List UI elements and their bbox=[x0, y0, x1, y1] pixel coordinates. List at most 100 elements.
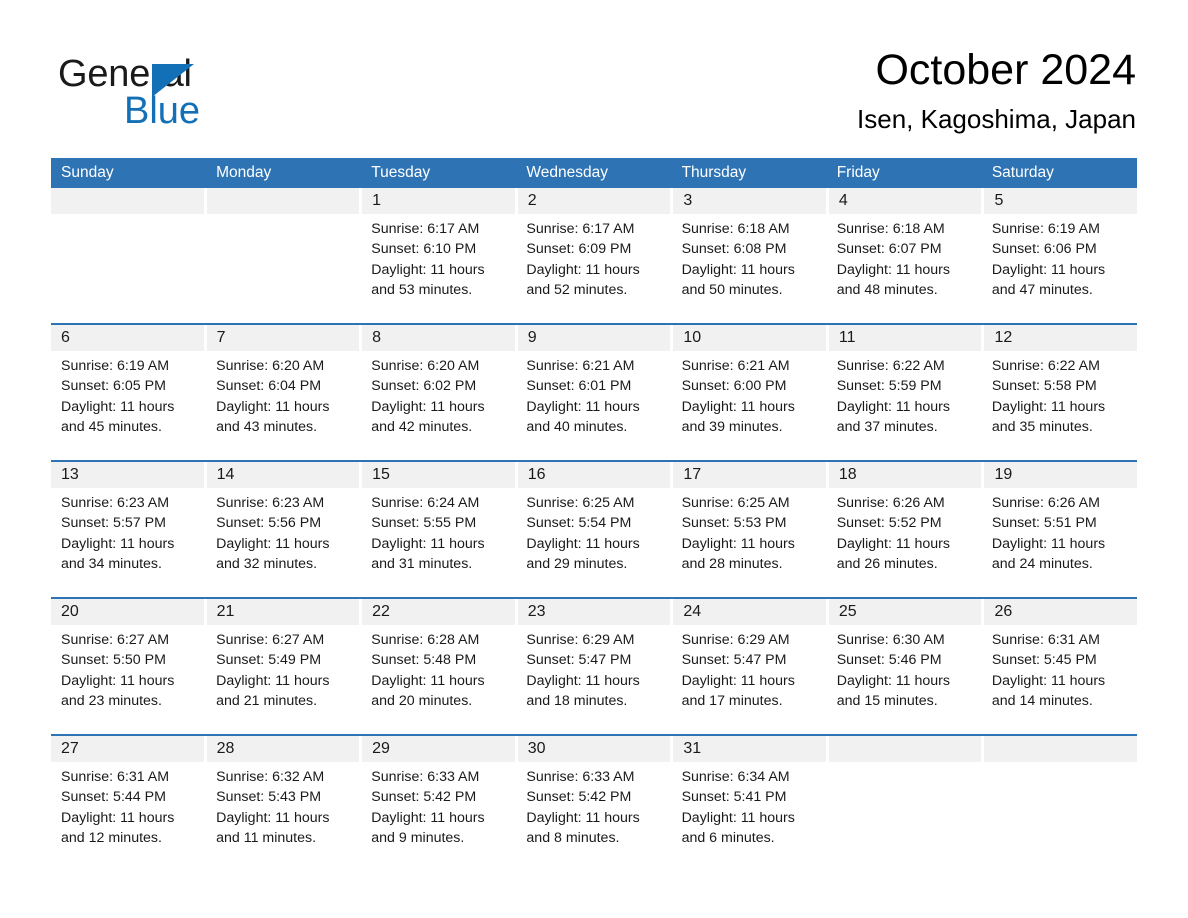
day-cell[interactable]: Sunrise: 6:27 AM Sunset: 5:49 PM Daylight:… bbox=[206, 625, 361, 734]
day-cell[interactable]: Sunrise: 6:19 AM Sunset: 6:06 PM Daylight:… bbox=[982, 214, 1137, 323]
day-cell[interactable]: Sunrise: 6:23 AM Sunset: 5:56 PM Daylight:… bbox=[206, 488, 361, 597]
day-detail-line: Daylight: 11 hours bbox=[526, 398, 640, 415]
day-cell[interactable]: Sunrise: 6:24 AM Sunset: 5:55 PM Daylight:… bbox=[361, 488, 516, 597]
day-detail-line: Sunset: 5:48 PM bbox=[371, 652, 477, 669]
day-cell[interactable]: Sunrise: 6:32 AM Sunset: 5:43 PM Daylight:… bbox=[206, 762, 361, 871]
day-cell[interactable]: Sunrise: 6:31 AM Sunset: 5:45 PM Daylight:… bbox=[982, 625, 1137, 734]
weekday-header-row: Sunday Monday Tuesday Wednesday Thursday Frid… bbox=[51, 158, 1137, 188]
day-detail-line: Daylight: 11 hours bbox=[526, 535, 640, 552]
day-number[interactable]: 15 bbox=[362, 462, 518, 488]
day-detail-line: Sunrise: 6:20 AM bbox=[216, 358, 325, 374]
day-number[interactable]: 1 bbox=[362, 188, 518, 214]
day-cell[interactable]: Sunrise: 6:18 AM Sunset: 6:07 PM Daylight:… bbox=[827, 214, 982, 323]
day-detail-line: Daylight: 11 hours bbox=[681, 535, 795, 552]
day-cell[interactable]: Sunrise: 6:25 AM Sunset: 5:54 PM Daylight:… bbox=[516, 488, 671, 597]
day-cell[interactable]: Sunrise: 6:22 AM Sunset: 5:59 PM Daylight:… bbox=[827, 351, 982, 460]
day-number[interactable]: 8 bbox=[362, 325, 518, 351]
day-detail-line: Sunset: 5:55 PM bbox=[371, 515, 477, 532]
day-cell[interactable]: Sunrise: 6:26 AM Sunset: 5:52 PM Daylight:… bbox=[827, 488, 982, 597]
day-detail-line: Daylight: 11 hours bbox=[526, 672, 640, 689]
day-number[interactable]: 2 bbox=[518, 188, 674, 214]
day-cell[interactable]: Sunrise: 6:20 AM Sunset: 6:04 PM Daylight:… bbox=[206, 351, 361, 460]
day-number-empty bbox=[829, 736, 985, 762]
calendar-week-row: 13 14 15 16 17 18 19 Sunrise: 6:23 AM Sunset: 5:… bbox=[51, 460, 1137, 597]
generalblue-logo[interactable]: General Blue bbox=[58, 52, 318, 132]
day-cell[interactable]: Sunrise: 6:19 AM Sunset: 6:05 PM Daylight:… bbox=[51, 351, 206, 460]
day-number[interactable]: 5 bbox=[984, 188, 1137, 214]
day-detail-line: Sunrise: 6:28 AM bbox=[371, 632, 480, 648]
day-cell[interactable]: Sunrise: 6:21 AM Sunset: 6:00 PM Daylight:… bbox=[672, 351, 827, 460]
day-cell[interactable]: Sunrise: 6:30 AM Sunset: 5:46 PM Daylight:… bbox=[827, 625, 982, 734]
day-detail-line: Sunrise: 6:25 AM bbox=[681, 495, 790, 511]
day-cell[interactable]: Sunrise: 6:21 AM Sunset: 6:01 PM Daylight:… bbox=[516, 351, 671, 460]
day-cell[interactable]: Sunrise: 6:29 AM Sunset: 5:47 PM Daylight:… bbox=[672, 625, 827, 734]
day-detail-line: Sunrise: 6:25 AM bbox=[526, 495, 635, 511]
day-number[interactable]: 6 bbox=[51, 325, 207, 351]
day-detail-line: Daylight: 11 hours bbox=[61, 535, 175, 552]
day-detail-line: Daylight: 11 hours bbox=[836, 672, 951, 689]
day-detail-line: Daylight: 11 hours bbox=[991, 398, 1106, 415]
day-number[interactable]: 19 bbox=[984, 462, 1137, 488]
day-number[interactable]: 13 bbox=[51, 462, 207, 488]
day-cell[interactable]: Sunrise: 6:31 AM Sunset: 5:44 PM Daylight:… bbox=[51, 762, 206, 871]
day-cell[interactable]: Sunrise: 6:17 AM Sunset: 6:09 PM Daylight:… bbox=[516, 214, 671, 323]
day-detail-line: and 35 minutes. bbox=[991, 418, 1093, 435]
day-number[interactable]: 9 bbox=[518, 325, 674, 351]
day-cell[interactable]: Sunrise: 6:27 AM Sunset: 5:50 PM Daylight:… bbox=[51, 625, 206, 734]
day-detail-line: Sunrise: 6:17 AM bbox=[526, 221, 635, 237]
day-number[interactable]: 25 bbox=[829, 599, 985, 625]
calendar-weeks: 1 2 3 4 5 Sunrise: 6:17 AM Sunset: 6:10 PM Dayl… bbox=[51, 188, 1137, 871]
day-cell[interactable]: Sunrise: 6:17 AM Sunset: 6:10 PM Daylight:… bbox=[361, 214, 516, 323]
day-number[interactable]: 4 bbox=[829, 188, 985, 214]
day-cell[interactable]: Sunrise: 6:33 AM Sunset: 5:42 PM Daylight:… bbox=[516, 762, 671, 871]
day-number[interactable]: 3 bbox=[673, 188, 829, 214]
weekday-header-saturday: Saturday bbox=[991, 164, 1054, 181]
day-number[interactable]: 28 bbox=[207, 736, 363, 762]
day-number[interactable]: 20 bbox=[51, 599, 207, 625]
day-detail-line: Daylight: 11 hours bbox=[61, 672, 175, 689]
day-cell[interactable]: Sunrise: 6:20 AM Sunset: 6:02 PM Daylight:… bbox=[361, 351, 516, 460]
day-number[interactable]: 7 bbox=[207, 325, 363, 351]
day-detail-line: and 42 minutes. bbox=[371, 418, 473, 435]
day-detail-line: Sunset: 5:50 PM bbox=[61, 652, 166, 669]
day-number[interactable]: 22 bbox=[362, 599, 518, 625]
day-number[interactable]: 18 bbox=[829, 462, 985, 488]
day-number[interactable]: 26 bbox=[984, 599, 1137, 625]
day-number[interactable]: 16 bbox=[518, 462, 674, 488]
day-detail-line: Sunset: 6:05 PM bbox=[61, 378, 166, 395]
day-number[interactable]: 23 bbox=[518, 599, 674, 625]
day-number[interactable]: 21 bbox=[207, 599, 363, 625]
day-detail-line: Daylight: 11 hours bbox=[216, 672, 330, 689]
day-number[interactable]: 11 bbox=[829, 325, 985, 351]
day-detail-line: and 23 minutes. bbox=[61, 692, 162, 709]
day-detail-line: Sunrise: 6:22 AM bbox=[836, 358, 945, 374]
day-number[interactable]: 27 bbox=[51, 736, 207, 762]
day-number[interactable]: 14 bbox=[207, 462, 363, 488]
day-cell[interactable]: Sunrise: 6:25 AM Sunset: 5:53 PM Daylight:… bbox=[672, 488, 827, 597]
day-number[interactable]: 30 bbox=[518, 736, 674, 762]
day-detail-line: and 11 minutes. bbox=[216, 829, 317, 846]
day-cell[interactable]: Sunrise: 6:34 AM Sunset: 5:41 PM Daylight:… bbox=[672, 762, 827, 871]
day-detail-line: Daylight: 11 hours bbox=[371, 809, 485, 826]
day-number[interactable]: 29 bbox=[362, 736, 518, 762]
day-detail-line: and 50 minutes. bbox=[681, 281, 783, 298]
day-detail-line: Sunset: 5:53 PM bbox=[681, 515, 787, 532]
day-number-empty bbox=[207, 188, 363, 214]
day-number[interactable]: 17 bbox=[673, 462, 829, 488]
weekday-header-monday: Monday bbox=[216, 164, 272, 181]
day-cell[interactable]: Sunrise: 6:18 AM Sunset: 6:08 PM Daylight:… bbox=[672, 214, 827, 323]
day-cell[interactable]: Sunrise: 6:29 AM Sunset: 5:47 PM Daylight:… bbox=[516, 625, 671, 734]
day-detail-line: Daylight: 11 hours bbox=[526, 261, 640, 278]
day-cell[interactable]: Sunrise: 6:33 AM Sunset: 5:42 PM Daylight:… bbox=[361, 762, 516, 871]
day-detail-line: Sunrise: 6:26 AM bbox=[836, 495, 945, 511]
day-cell[interactable]: Sunrise: 6:22 AM Sunset: 5:58 PM Daylight:… bbox=[982, 351, 1137, 460]
day-number[interactable]: 24 bbox=[673, 599, 829, 625]
day-number[interactable]: 12 bbox=[984, 325, 1137, 351]
day-cell[interactable]: Sunrise: 6:28 AM Sunset: 5:48 PM Daylight:… bbox=[361, 625, 516, 734]
day-detail-line: and 31 minutes. bbox=[371, 555, 473, 572]
day-cell[interactable]: Sunrise: 6:23 AM Sunset: 5:57 PM Daylight:… bbox=[51, 488, 206, 597]
day-number[interactable]: 31 bbox=[673, 736, 829, 762]
day-cell[interactable]: Sunrise: 6:26 AM Sunset: 5:51 PM Daylight:… bbox=[982, 488, 1137, 597]
day-number[interactable]: 10 bbox=[673, 325, 829, 351]
day-detail-line: Sunrise: 6:33 AM bbox=[526, 769, 635, 785]
